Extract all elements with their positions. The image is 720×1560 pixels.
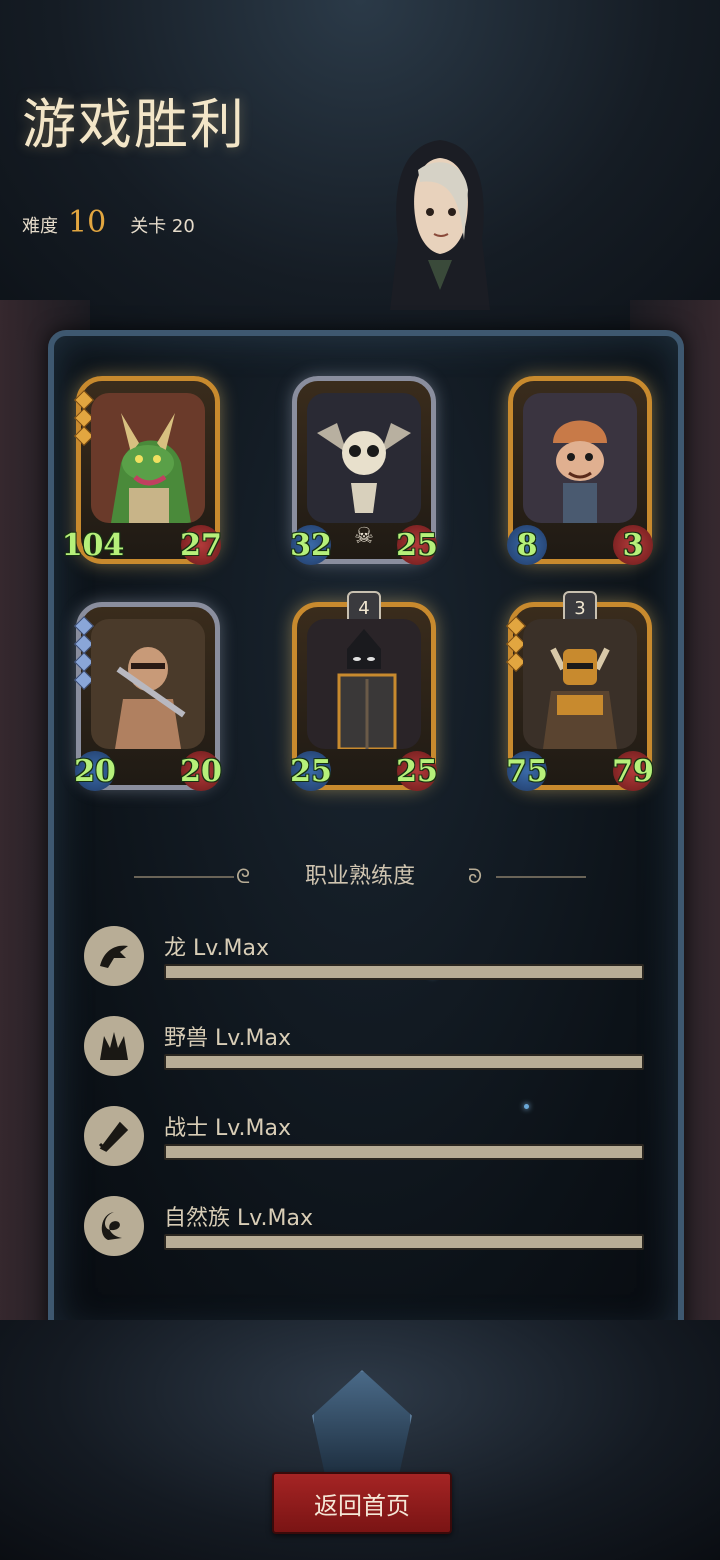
rank-gems xyxy=(74,390,94,446)
proficiency-row-warrior: 战士 Lv.Max xyxy=(84,1106,644,1176)
attack-value: 32 xyxy=(290,525,332,565)
beast-icon xyxy=(84,1016,144,1076)
goblin-wizard-art xyxy=(523,393,637,523)
proficiency-bar xyxy=(164,1144,644,1160)
warrior-icon xyxy=(84,1106,144,1166)
proficiency-label: 自然族 Lv.Max xyxy=(164,1206,314,1231)
proficiency-bar xyxy=(164,1054,644,1070)
unit-card-barbarian[interactable]: 20 20 xyxy=(74,602,222,791)
health-value: 3 xyxy=(613,525,653,565)
health-value: 20 xyxy=(180,751,222,791)
health-value: 25 xyxy=(396,751,438,791)
difficulty-label: 难度 xyxy=(22,216,58,237)
difficulty-value: 10 xyxy=(68,205,107,240)
proficiency-title: 职业熟练度 xyxy=(304,864,415,889)
rank-gems xyxy=(74,616,94,690)
proficiency-row-dragon: 龙 Lv.Max xyxy=(84,926,644,996)
dragon-icon xyxy=(84,926,144,986)
dragon-art xyxy=(91,393,205,523)
proficiency-label: 野兽 Lv.Max xyxy=(164,1026,292,1051)
attack-value: 25 xyxy=(290,751,332,791)
victory-title: 游戏胜利 xyxy=(22,93,246,156)
proficiency-label: 战士 Lv.Max xyxy=(164,1116,292,1141)
proficiency-label: 龙 Lv.Max xyxy=(164,936,270,961)
skull-icon: ☠ xyxy=(354,524,374,549)
unit-card-shield-knight[interactable]: 4 25 25 xyxy=(290,591,438,791)
skeleton-bat-art xyxy=(307,393,421,523)
unit-card-horned-warrior[interactable]: 3 75 79 xyxy=(506,591,654,791)
top-arch-decoration xyxy=(0,0,720,340)
nature-icon xyxy=(84,1196,144,1256)
stage-label: 关卡 20 xyxy=(130,216,195,237)
proficiency-bar xyxy=(164,964,644,980)
attack-value: 104 xyxy=(61,527,125,563)
attack-value: 75 xyxy=(506,751,548,791)
proficiency-row-nature: 自然族 Lv.Max xyxy=(84,1196,644,1266)
attack-value: 20 xyxy=(74,751,116,791)
horned-warrior-art xyxy=(523,619,637,749)
unit-card-skeleton-bat[interactable]: ☠ 32 25 xyxy=(290,376,438,565)
proficiency-bar xyxy=(164,1234,644,1250)
unit-card-goblin-wizard[interactable]: 8 3 xyxy=(507,376,653,565)
attack-value: 8 xyxy=(507,525,547,565)
hero-portrait xyxy=(390,140,490,310)
run-stats: 难度 10 关卡 20 xyxy=(22,205,195,240)
barbarian-art xyxy=(91,619,205,749)
proficiency-row-beast: 野兽 Lv.Max xyxy=(84,1016,644,1086)
health-value: 79 xyxy=(612,751,654,791)
rank-gems xyxy=(506,616,526,672)
return-home-button[interactable]: 返回首页 xyxy=(272,1472,452,1534)
shield-knight-art xyxy=(307,619,421,749)
health-value: 25 xyxy=(396,525,438,565)
unit-card-dragon[interactable]: 104 27 xyxy=(62,376,222,565)
divider-right xyxy=(496,876,586,878)
health-value: 27 xyxy=(180,525,222,565)
swirl-ornament-icon: ᘐ xyxy=(468,864,483,888)
